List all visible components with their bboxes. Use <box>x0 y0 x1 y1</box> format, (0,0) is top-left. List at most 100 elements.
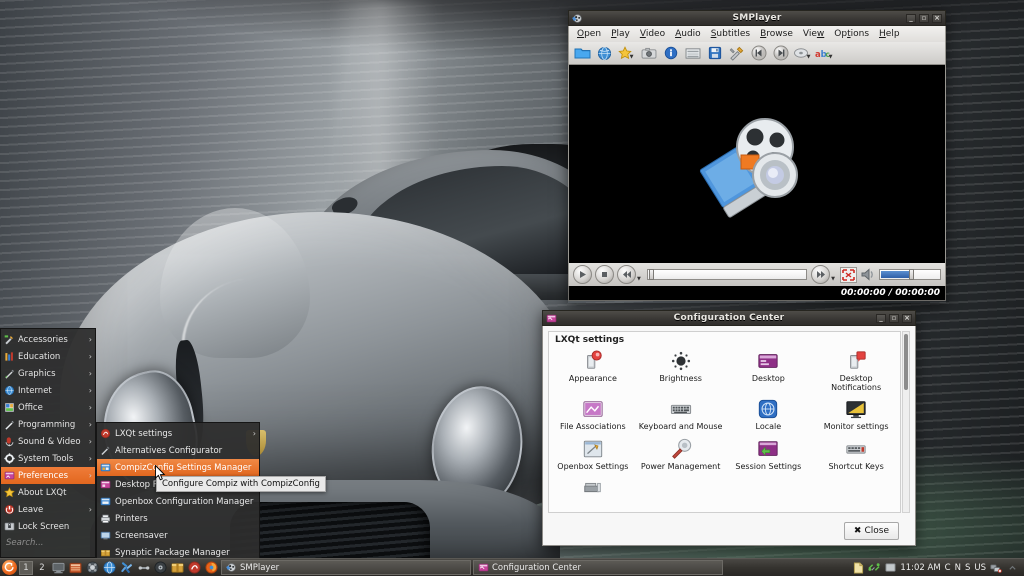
menu-play[interactable]: Play <box>607 28 634 40</box>
menu-search-input[interactable]: Search... <box>1 535 95 551</box>
taskbar-task-smplayer[interactable]: SMPlayer <box>221 560 471 575</box>
pinwheel-icon[interactable] <box>119 560 134 575</box>
fullscreen-button[interactable] <box>840 266 857 283</box>
menu-open[interactable]: Open <box>573 28 605 40</box>
subtitles-dropdown-arrow[interactable]: ▼ <box>829 54 833 60</box>
settings-item-locale[interactable]: Locale <box>725 395 813 432</box>
desktop-switcher-2[interactable]: 2 <box>35 561 49 575</box>
settings-item-desktop-notifications[interactable]: Desktop Notifications <box>812 347 900 393</box>
volume-slider[interactable] <box>879 269 941 280</box>
menu-help[interactable]: Help <box>875 28 904 40</box>
forward-dropdown-arrow[interactable]: ▼ <box>831 276 835 282</box>
archive-icon[interactable] <box>170 560 185 575</box>
smplayer-window[interactable]: SMPlayer _ ▫ × Open Play Video Audio Sub… <box>568 10 946 303</box>
settings-item-shortcut-keys[interactable]: Shortcut Keys <box>812 435 900 472</box>
taskbar[interactable]: 1 2 SMPlayer Configuration Center 11:02 … <box>0 558 1024 576</box>
close-button[interactable]: × <box>932 13 942 23</box>
save-icon[interactable] <box>704 43 725 63</box>
preferences-submenu[interactable]: LXQt settings › Alternatives Configurato… <box>96 422 260 564</box>
firefox-icon[interactable] <box>204 560 219 575</box>
dvd-icon[interactable]: ▼ <box>792 43 813 63</box>
keyboard-layout-indicator[interactable]: US <box>974 563 986 573</box>
menu-view[interactable]: View <box>799 28 828 40</box>
configuration-center-titlebar[interactable]: Configuration Center _ ▫ × <box>542 310 916 326</box>
smplayer-menubar[interactable]: Open Play Video Audio Subtitles Browse V… <box>568 26 946 42</box>
maximize-button[interactable]: ▫ <box>889 313 899 323</box>
menu-item-education[interactable]: Education › <box>1 348 95 365</box>
mute-button[interactable] <box>860 267 876 282</box>
dvd-dropdown-arrow[interactable]: ▼ <box>807 54 811 60</box>
settings-scrollbar-thumb[interactable] <box>904 334 908 390</box>
volume-slider-handle[interactable] <box>909 269 914 280</box>
menu-item-sound-and-video[interactable]: Sound & Video › <box>1 433 95 450</box>
menu-item-graphics[interactable]: Graphics › <box>1 365 95 382</box>
taskbar-task-configuration-center[interactable]: Configuration Center <box>473 560 723 575</box>
show-desktop-icon[interactable] <box>51 560 66 575</box>
play-button[interactable] <box>573 265 592 284</box>
minimize-button[interactable]: _ <box>906 13 916 23</box>
settings-item-monitor-settings[interactable]: Monitor settings <box>812 395 900 432</box>
smplayer-toolbar[interactable]: ▼ ▼ a b c ▼ <box>568 42 946 65</box>
menu-video[interactable]: Video <box>636 28 669 40</box>
rewind-dropdown-arrow[interactable]: ▼ <box>637 276 641 282</box>
menu-item-accessories[interactable]: Accessories › <box>1 331 95 348</box>
maximize-button[interactable]: ▫ <box>919 13 929 23</box>
close-button[interactable]: × <box>902 313 912 323</box>
settings-item-openbox-settings[interactable]: Openbox Settings <box>549 435 637 472</box>
forward-button[interactable] <box>811 265 831 284</box>
clipboard-icon[interactable] <box>852 562 864 574</box>
menu-options[interactable]: Options <box>830 28 873 40</box>
preferences-icon[interactable] <box>726 43 747 63</box>
playlist-icon[interactable] <box>682 43 703 63</box>
system-tray[interactable]: 11:02 AM C N S US <box>852 562 1022 574</box>
menu-item-preferences[interactable]: Preferences › <box>1 467 95 484</box>
desktop-switcher-1[interactable]: 1 <box>19 560 33 575</box>
web-browser-icon[interactable] <box>102 560 117 575</box>
screenshot-icon[interactable] <box>638 43 659 63</box>
menu-browse[interactable]: Browse <box>756 28 797 40</box>
smplayer-titlebar[interactable]: SMPlayer _ ▫ × <box>568 10 946 26</box>
menu-audio[interactable]: Audio <box>671 28 705 40</box>
menu-item-system-tools[interactable]: System Tools › <box>1 450 95 467</box>
network-disconnected-icon[interactable] <box>990 562 1002 574</box>
settings-item-brightness[interactable]: Brightness <box>637 347 725 393</box>
lxqt-icon[interactable] <box>187 560 202 575</box>
disc-icon[interactable] <box>153 560 168 575</box>
submenu-item-printers[interactable]: Printers <box>97 510 259 527</box>
smplayer-window-buttons[interactable]: _ ▫ × <box>906 13 942 23</box>
favorites-dropdown-arrow[interactable]: ▼ <box>630 54 634 60</box>
seek-slider-handle[interactable] <box>648 269 654 280</box>
open-file-icon[interactable] <box>572 43 593 63</box>
configuration-center-window[interactable]: Configuration Center _ ▫ × LXQt settings <box>542 310 916 546</box>
settings-item-desktop[interactable]: Desktop <box>725 347 813 393</box>
configuration-center-window-buttons[interactable]: _ ▫ × <box>876 313 912 323</box>
settings-item-keyboard-and-mouse[interactable]: Keyboard and Mouse <box>637 395 725 432</box>
information-icon[interactable] <box>660 43 681 63</box>
favorites-icon[interactable]: ▼ <box>616 43 637 63</box>
rewind-button[interactable] <box>617 265 636 284</box>
close-button[interactable]: ✖ Close <box>843 522 899 540</box>
menu-item-internet[interactable]: Internet › <box>1 382 95 399</box>
submenu-item-screensaver[interactable]: Screensaver <box>97 527 259 544</box>
stop-button[interactable] <box>595 265 614 284</box>
seek-slider[interactable] <box>646 269 808 280</box>
menu-item-programming[interactable]: Programming › <box>1 416 95 433</box>
volume-icon[interactable] <box>884 562 896 574</box>
start-menu-button[interactable] <box>2 560 17 575</box>
submenu-item-compizconfig-settings-manager[interactable]: CompizConfig Settings Manager <box>97 459 259 476</box>
settings-item-appearance[interactable]: Appearance <box>549 347 637 393</box>
file-manager-icon[interactable] <box>68 560 83 575</box>
submenu-item-alternatives-configurator[interactable]: Alternatives Configurator <box>97 442 259 459</box>
open-url-icon[interactable] <box>594 43 615 63</box>
menu-item-office[interactable]: Office › <box>1 399 95 416</box>
submenu-item-openbox-configuration-manager[interactable]: Openbox Configuration Manager <box>97 493 259 510</box>
next-icon[interactable] <box>770 43 791 63</box>
expand-tray-icon[interactable] <box>1006 562 1018 574</box>
previous-icon[interactable] <box>748 43 769 63</box>
settings-item-file-associations[interactable]: File Associations <box>549 395 637 432</box>
clock[interactable]: 11:02 AM <box>900 563 940 573</box>
smplayer-controls[interactable]: ▼ ▼ <box>568 263 946 286</box>
settings-item-power-management[interactable]: Power Management <box>637 435 725 472</box>
menu-subtitles[interactable]: Subtitles <box>707 28 754 40</box>
minimize-button[interactable]: _ <box>876 313 886 323</box>
